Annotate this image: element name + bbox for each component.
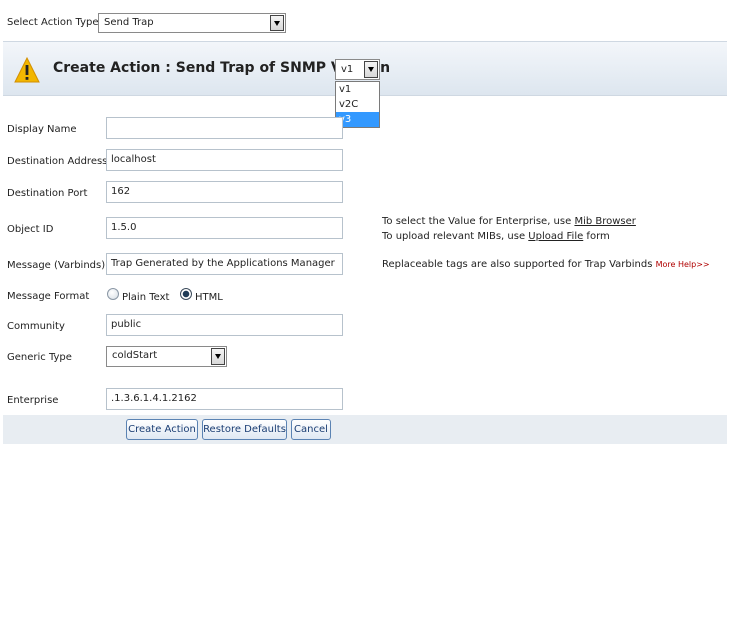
action-type-label: Select Action Type — [7, 17, 99, 28]
destination-address-label: Destination Address — [7, 156, 108, 167]
plain-text-label: Plain Text — [122, 292, 170, 303]
message-label: Message (Varbinds) — [7, 260, 106, 271]
destination-port-field[interactable]: 162 — [106, 181, 343, 203]
create-action-button[interactable]: Create Action — [126, 419, 198, 440]
snmp-version-select[interactable]: v1 — [335, 59, 380, 80]
cancel-button[interactable]: Cancel — [291, 419, 331, 440]
destination-address-value: localhost — [111, 154, 156, 165]
action-type-select[interactable]: Send Trap — [98, 13, 286, 33]
destination-port-label: Destination Port — [7, 188, 88, 199]
html-radio[interactable] — [180, 288, 192, 300]
footer-band — [3, 415, 727, 444]
snmp-version-value: v1 — [341, 64, 354, 75]
display-name-field[interactable] — [106, 117, 343, 139]
object-id-field[interactable]: 1.5.0 — [106, 217, 343, 239]
message-field[interactable]: Trap Generated by the Applications Manag… — [106, 253, 343, 275]
community-label: Community — [7, 321, 65, 332]
varbinds-hint: Replaceable tags are also supported for … — [382, 259, 710, 270]
warning-icon — [14, 57, 40, 83]
chevron-down-icon[interactable] — [211, 348, 225, 365]
action-type-value: Send Trap — [104, 17, 154, 28]
generic-type-select[interactable]: coldStart — [106, 346, 227, 367]
upload-hint: To upload relevant MIBs, use Upload File… — [382, 231, 610, 242]
version-option-v1[interactable]: v1 — [336, 82, 379, 97]
enterprise-field[interactable]: .1.3.6.1.4.1.2162 — [106, 388, 343, 410]
html-label: HTML — [195, 292, 223, 303]
display-name-label: Display Name — [7, 124, 77, 135]
generic-type-value: coldStart — [112, 350, 158, 361]
plain-text-radio[interactable] — [107, 288, 119, 300]
version-option-v2c[interactable]: v2C — [336, 97, 379, 112]
enterprise-value: .1.3.6.1.4.1.2162 — [111, 393, 197, 404]
enterprise-label: Enterprise — [7, 395, 59, 406]
restore-defaults-button[interactable]: Restore Defaults — [202, 419, 287, 440]
message-value: Trap Generated by the Applications Manag… — [111, 258, 335, 269]
community-value: public — [111, 319, 142, 330]
generic-type-label: Generic Type — [7, 352, 72, 363]
object-id-value: 1.5.0 — [111, 222, 137, 233]
chevron-down-icon[interactable] — [364, 61, 378, 78]
message-format-label: Message Format — [7, 291, 90, 302]
mib-browser-link[interactable]: Mib Browser — [574, 216, 635, 227]
enterprise-hint: To select the Value for Enterprise, use … — [382, 216, 636, 227]
upload-file-link[interactable]: Upload File — [528, 231, 583, 242]
destination-port-value: 162 — [111, 186, 131, 197]
chevron-down-icon[interactable] — [270, 15, 284, 31]
community-field[interactable]: public — [106, 314, 343, 336]
object-id-label: Object ID — [7, 224, 54, 235]
destination-address-field[interactable]: localhost — [106, 149, 343, 171]
more-help-link[interactable]: More Help>> — [656, 260, 710, 269]
